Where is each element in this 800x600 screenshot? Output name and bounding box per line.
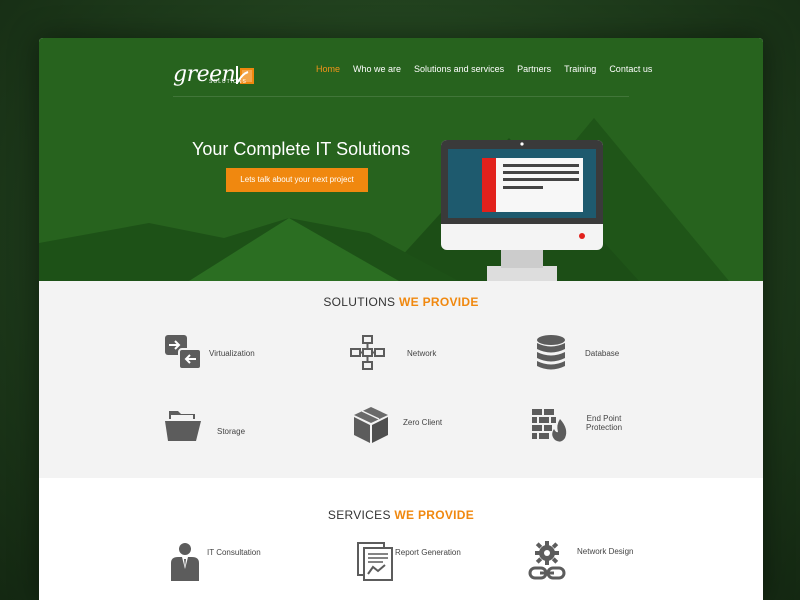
- service-network-design-label: Network Design: [577, 546, 634, 556]
- solution-storage-label: Storage: [217, 426, 246, 436]
- solution-zero-client[interactable]: Zero Client: [351, 405, 442, 445]
- service-it-consultation[interactable]: IT Consultation: [165, 541, 261, 581]
- solution-endpoint-protection[interactable]: End Point Protection: [530, 405, 622, 445]
- solutions-heading-highlight: WE PROVIDE: [399, 295, 479, 309]
- virtualization-icon: [165, 335, 202, 370]
- endpoint-label-line1: End Point: [586, 414, 622, 423]
- hero-section: green SOLUTIONS Home Who we are Solution…: [39, 38, 763, 281]
- nav-home[interactable]: Home: [316, 64, 340, 74]
- solutions-heading-plain: SOLUTIONS: [323, 295, 396, 309]
- service-it-consultation-label: IT Consultation: [207, 547, 261, 557]
- nav-divider: [173, 96, 629, 97]
- hero-title: Your Complete IT Solutions: [192, 139, 411, 159]
- nav-contact-us[interactable]: Contact us: [609, 64, 652, 74]
- solutions-section: SOLUTIONS WE PROVIDE Virtualization Netw…: [39, 281, 763, 478]
- nav-training[interactable]: Training: [564, 64, 596, 74]
- service-network-design[interactable]: Network Design: [527, 541, 633, 581]
- solution-virtualization-label: Virtualization: [209, 348, 255, 358]
- solution-virtualization[interactable]: Virtualization: [163, 333, 255, 373]
- nav-who-we-are[interactable]: Who we are: [353, 64, 401, 74]
- box-icon: [354, 407, 388, 443]
- solution-zero-client-label: Zero Client: [403, 417, 443, 427]
- service-report-generation[interactable]: Report Generation: [355, 541, 461, 581]
- cta-button[interactable]: Lets talk about your next project: [226, 168, 368, 192]
- page-card: green SOLUTIONS Home Who we are Solution…: [39, 38, 763, 600]
- nav-partners[interactable]: Partners: [517, 64, 551, 74]
- solution-network[interactable]: Network: [348, 333, 436, 373]
- database-icon: [537, 335, 565, 370]
- logo-subtitle: SOLUTIONS: [209, 79, 247, 85]
- solution-endpoint-protection-label: End Point Protection: [586, 414, 622, 432]
- solution-network-label: Network: [407, 348, 437, 358]
- services-heading: SERVICES WE PROVIDE: [39, 508, 763, 522]
- nav-solutions-services[interactable]: Solutions and services: [414, 64, 504, 74]
- report-icon: [357, 542, 393, 581]
- solution-database[interactable]: Database: [531, 333, 619, 373]
- services-heading-highlight: WE PROVIDE: [394, 508, 475, 522]
- folder-icon: [165, 411, 201, 441]
- solutions-heading: SOLUTIONS WE PROVIDE: [39, 295, 763, 309]
- solution-storage[interactable]: Storage: [163, 405, 245, 445]
- firewall-icon: [532, 409, 567, 442]
- service-report-generation-label: Report Generation: [395, 547, 461, 557]
- services-section: SERVICES WE PROVIDE IT Consultation Repo…: [39, 478, 763, 600]
- main-nav: Home Who we are Solutions and services P…: [316, 64, 665, 74]
- endpoint-label-line2: Protection: [586, 423, 623, 432]
- services-heading-plain: SERVICES: [327, 508, 391, 522]
- network-icon: [350, 335, 385, 370]
- monitor-illustration: [441, 140, 603, 281]
- gear-chain-icon: [528, 541, 566, 580]
- consultant-icon: [171, 543, 199, 581]
- solution-database-label: Database: [585, 348, 620, 358]
